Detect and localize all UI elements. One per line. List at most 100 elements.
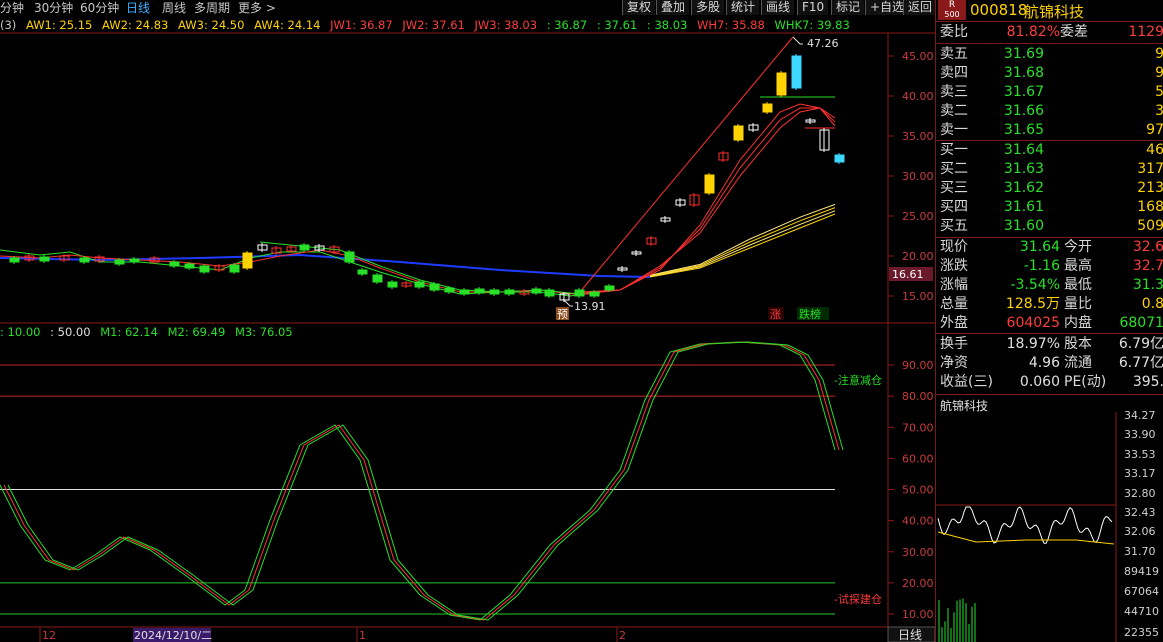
date-label-1: 1 [359, 629, 366, 642]
kline-chart[interactable]: 45.00 40.00 35.00 30.00 25.00 20.00 15.00 16.6… [0, 0, 935, 642]
candle [835, 155, 844, 162]
main-axis-tick: 25.00 [902, 210, 934, 223]
main-axis-tick: 45.00 [902, 50, 934, 63]
candle [345, 252, 354, 262]
top-note: -注意减仓 [834, 373, 882, 387]
fund-value: 4.96 [1029, 354, 1060, 373]
stat-row: 外盘 604025 内盘 68071 [940, 314, 1163, 333]
buy-price: 31.63 [1004, 160, 1044, 179]
candle [460, 290, 469, 294]
sub-legend-50: : 50.00 [50, 325, 90, 339]
sell-label: 卖五 [940, 45, 968, 64]
sub-axis-tick: 40.00 [902, 515, 934, 528]
candle [605, 286, 614, 290]
sell-volume: 9 [1155, 64, 1163, 83]
stat-label-2: 今开 [1064, 238, 1092, 257]
stat-value-2: 32.7 [1133, 257, 1163, 276]
mini-axis-tick: 31.70 [1124, 545, 1156, 558]
candle [430, 284, 439, 290]
candle [40, 257, 49, 261]
sell-label: 卖四 [940, 64, 968, 83]
buy-label: 买一 [940, 141, 968, 160]
mini-axis-tick: 33.17 [1124, 467, 1156, 480]
main-axis-tick: 35.00 [902, 130, 934, 143]
r-badge: R 500 [938, 0, 966, 20]
buy-volume: 317 [1137, 160, 1163, 179]
candle [590, 292, 599, 296]
stat-label-2: 最低 [1064, 276, 1092, 295]
main-axis-tick: 40.00 [902, 90, 934, 103]
sell-row: 卖四 31.68 9 [940, 64, 1163, 83]
mini-axis-tick: 33.90 [1124, 428, 1156, 441]
main-axis-tick: 15.00 [902, 290, 934, 303]
buy-volume: 509 [1137, 217, 1163, 236]
stat-label: 总量 [940, 295, 968, 314]
zhang-badge[interactable]: 涨 [770, 308, 781, 321]
candle [475, 289, 484, 293]
fund-label-2: PE(动) [1064, 373, 1106, 392]
mini-axis-tick: 34.27 [1124, 409, 1156, 422]
sub-axis-tick: 30.00 [902, 546, 934, 559]
period-button[interactable]: 日线 [898, 628, 922, 642]
sell-price: 31.65 [1004, 121, 1044, 140]
candle [388, 282, 397, 287]
mini-axis-tick: 33.53 [1124, 448, 1156, 461]
fund-value: 18.97% [1007, 335, 1060, 354]
candle [490, 290, 499, 294]
sell-label: 卖三 [940, 83, 968, 102]
sub-indicator-legend: : 10.00 : 50.00 M1: 62.14 M2: 69.49 M3: … [0, 324, 299, 340]
date-cursor-label: 2024/12/10/二 [134, 629, 212, 642]
candle [792, 56, 801, 88]
sub-axis-tick: 20.00 [902, 577, 934, 590]
weicha-label: 委差 [1060, 23, 1088, 42]
sell-price: 31.69 [1004, 45, 1044, 64]
mini-axis-tick: 22355 [1124, 626, 1159, 639]
stat-value: 604025 [1007, 314, 1060, 333]
candle [763, 104, 772, 112]
buy-row: 买二 31.63 317 [940, 160, 1163, 179]
buy-label: 买三 [940, 179, 968, 198]
sell-price: 31.67 [1004, 83, 1044, 102]
candle [445, 288, 454, 292]
stat-value: 128.5万 [1006, 295, 1060, 314]
candle [200, 266, 209, 272]
candle [230, 265, 239, 272]
fund-value-2: 395. [1133, 373, 1163, 392]
sub-legend-m1: M1: 62.14 [100, 325, 158, 339]
stock-name: 航锦科技 [1024, 1, 1084, 22]
sell-volume: 3 [1155, 102, 1163, 121]
sub-legend-10: : 10.00 [0, 325, 40, 339]
buy-row: 买五 31.60 509 [940, 217, 1163, 236]
buy-label: 买四 [940, 198, 968, 217]
candle [575, 290, 584, 296]
date-label-12: 12 [42, 629, 56, 642]
fund-row: 换手 18.97% 股本 6.79亿 [940, 335, 1163, 354]
stat-value-2: 68071 [1119, 314, 1163, 333]
diebang-badge[interactable]: 跌榜 [799, 307, 821, 321]
fund-label-2: 股本 [1064, 335, 1092, 354]
sub-axis-tick: 80.00 [902, 390, 934, 403]
candle [80, 258, 89, 262]
stat-label-2: 量比 [1064, 295, 1092, 314]
stat-row: 总量 128.5万 量比 0.8 [940, 295, 1163, 314]
candle [185, 264, 194, 268]
fund-label: 净资 [940, 354, 968, 373]
fund-label: 收益(三) [940, 373, 993, 392]
sell-row: 卖一 31.65 97 [940, 121, 1163, 140]
candle [415, 282, 424, 287]
buy-price: 31.60 [1004, 217, 1044, 236]
candle [130, 259, 139, 262]
stock-code: 000818 [970, 1, 1027, 19]
stat-label: 涨幅 [940, 276, 968, 295]
buy-price: 31.64 [1004, 141, 1044, 160]
stat-label: 涨跌 [940, 257, 968, 276]
date-label-2: 2 [619, 629, 626, 642]
buy-row: 买一 31.64 46 [940, 141, 1163, 160]
weibi-row: 委比 81.82% 委差 1129 [940, 23, 1163, 42]
fund-label: 换手 [940, 335, 968, 354]
main-axis-tick: 30.00 [902, 170, 934, 183]
high-price-label: 47.26 [807, 37, 839, 50]
buy-price: 31.62 [1004, 179, 1044, 198]
candle [358, 270, 367, 274]
buy-row: 买三 31.62 213 [940, 179, 1163, 198]
